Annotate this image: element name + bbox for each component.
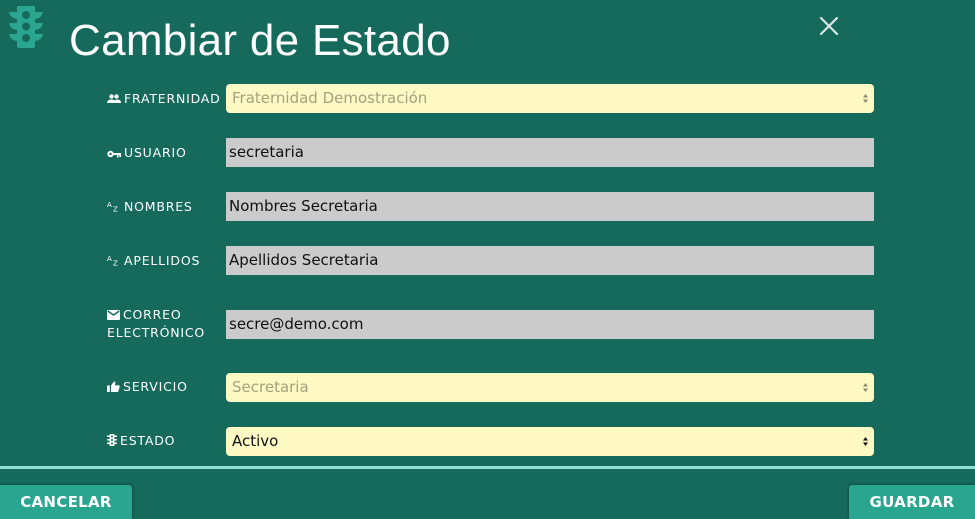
correo-input[interactable]: secre@demo.com (226, 310, 874, 339)
servicio-label: SERVICIO (107, 378, 222, 396)
people-icon (107, 94, 121, 104)
apellidos-label: AZ APELLIDOS (107, 253, 201, 268)
save-button[interactable]: GUARDAR (849, 485, 975, 519)
svg-text:Z: Z (113, 260, 119, 267)
usuario-input[interactable]: secretaria (226, 138, 874, 167)
sort-az-icon: AZ (107, 201, 121, 212)
cancel-button[interactable]: CANCELAR (0, 485, 132, 519)
svg-text:Z: Z (113, 206, 119, 213)
apellidos-input[interactable]: Apellidos Secretaria (226, 246, 874, 275)
mail-icon (107, 310, 120, 320)
nombres-input[interactable]: Nombres Secretaria (226, 192, 874, 221)
servicio-select[interactable]: Secretaria (226, 373, 874, 402)
estado-label: ESTADO (107, 432, 222, 450)
updown-arrows-icon (863, 437, 868, 446)
svg-text:A: A (107, 201, 113, 209)
footer-divider (0, 466, 975, 469)
thumb-up-icon (107, 381, 120, 392)
estado-select[interactable]: Activo (226, 427, 874, 456)
correo-label: CORREO ELECTRÓNICO (107, 307, 206, 340)
close-icon[interactable] (815, 12, 843, 40)
sort-az-icon: AZ (107, 255, 121, 266)
nombres-label: AZ NOMBRES (107, 199, 193, 214)
updown-arrows-icon (863, 383, 868, 392)
updown-arrows-icon (863, 94, 868, 103)
dialog-title: Cambiar de Estado (69, 16, 451, 65)
fraternidad-select[interactable]: Fraternidad Demostración (226, 84, 874, 113)
traffic-light-icon (107, 434, 117, 446)
fraternidad-label: FRATERNIDAD (107, 90, 222, 108)
key-icon (107, 150, 121, 158)
traffic-light-icon (5, 4, 47, 50)
usuario-label: USUARIO (107, 144, 222, 162)
svg-text:A: A (107, 255, 113, 263)
